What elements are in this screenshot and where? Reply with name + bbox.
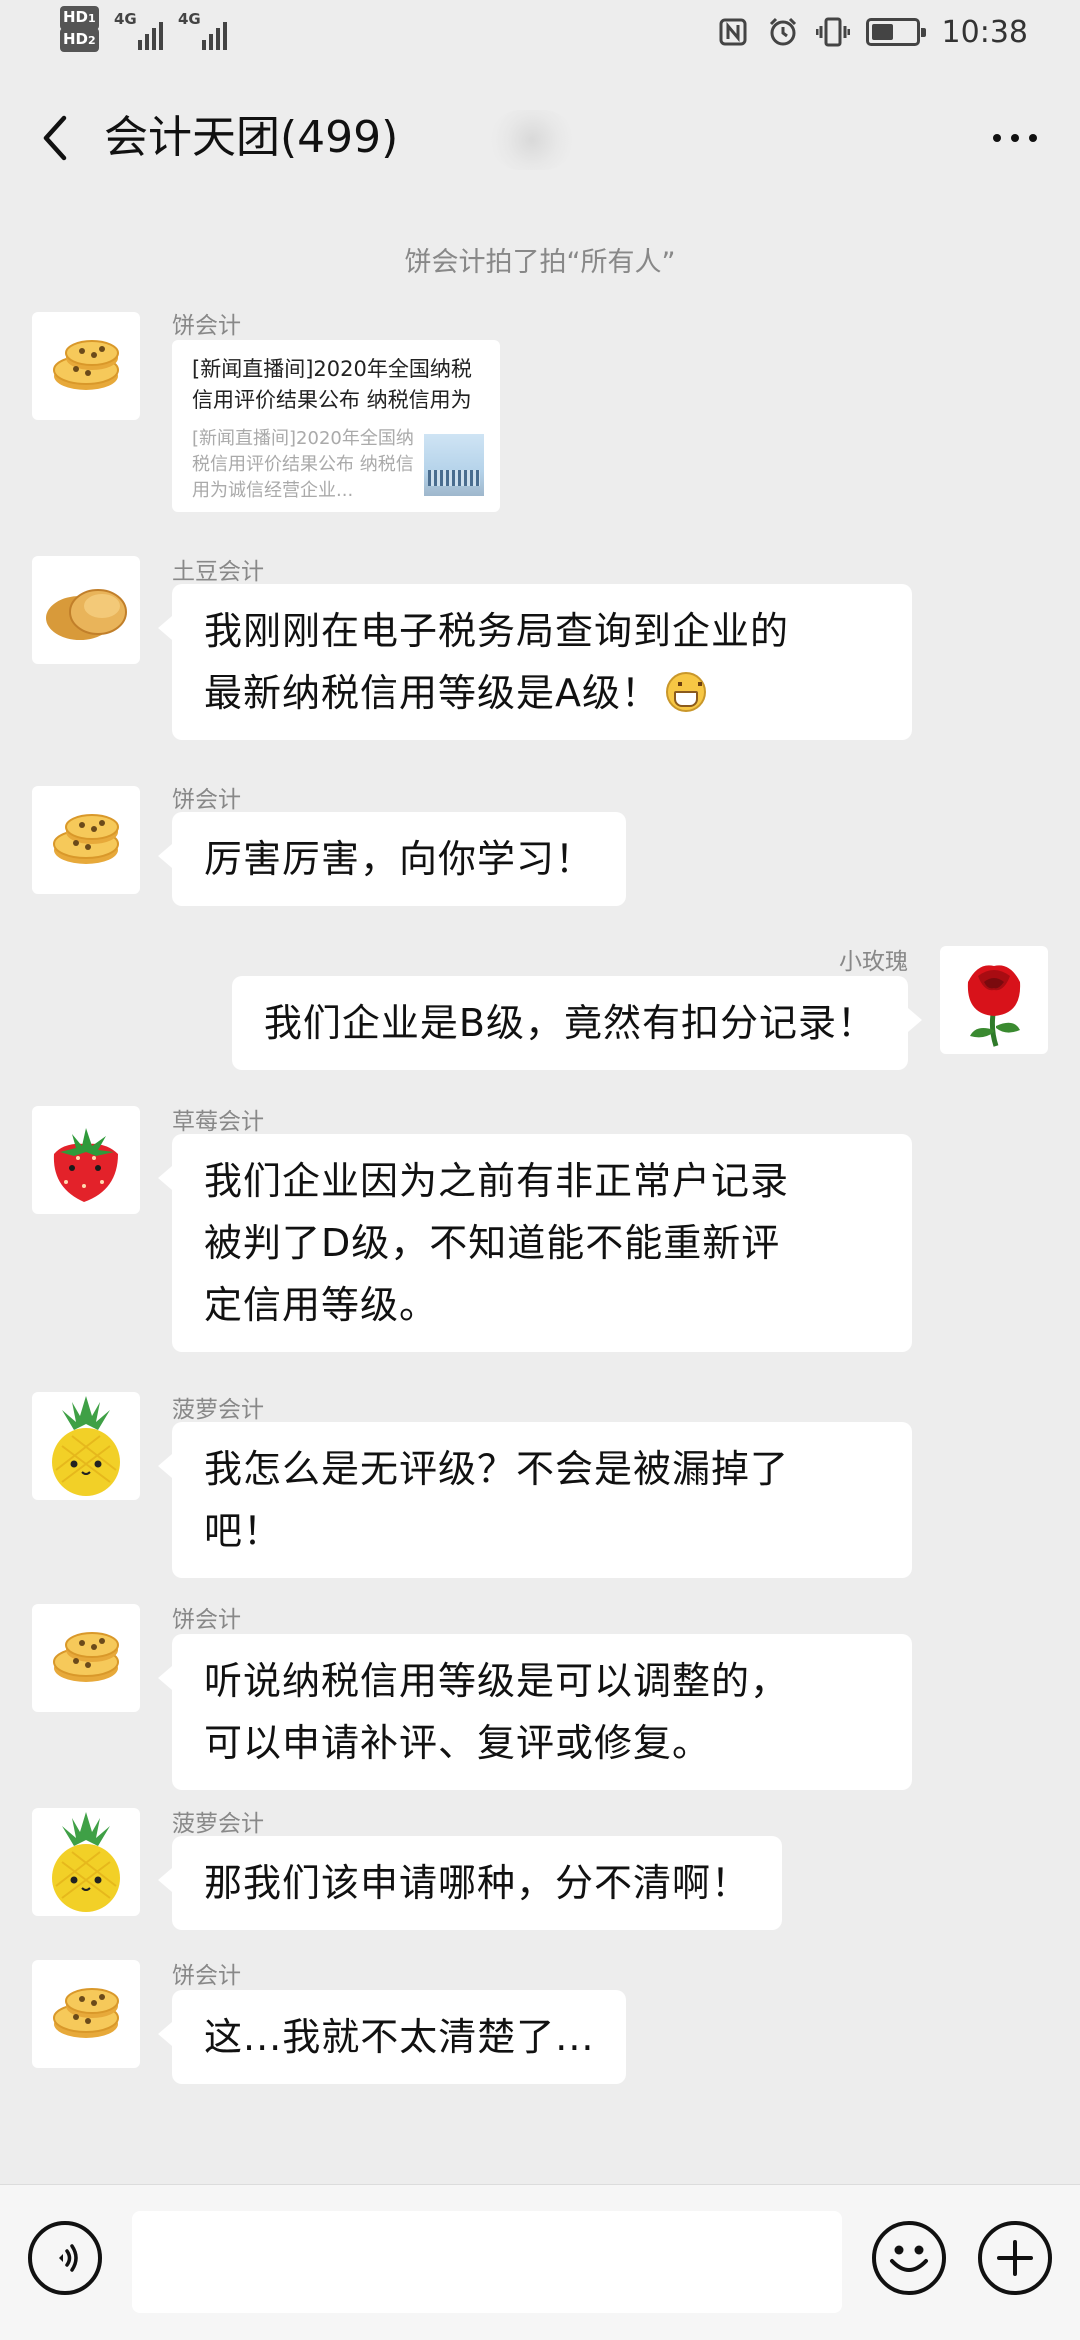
plus-button[interactable]	[978, 2221, 1052, 2295]
emoji-icon	[890, 2245, 928, 2272]
message-text: 这...我就不太清楚了...	[204, 2015, 595, 2059]
message-input[interactable]	[132, 2211, 842, 2313]
message-bubble[interactable]: 我刚刚在电子税务局查询到企业的 最新纳税信用等级是A级！	[158, 584, 912, 740]
sender-name: 饼会计	[172, 313, 241, 339]
system-notice: 饼会计拍了拍“所有人”	[404, 247, 676, 278]
chat-header: 会计天团(499)	[0, 90, 1080, 186]
message-line: 可以申请补评、复评或修复。	[204, 1721, 712, 1765]
sender-name: 饼会计	[172, 1963, 241, 1989]
message-line: 最新纳税信用等级是A级！	[204, 662, 880, 724]
more-dot-icon	[1029, 134, 1037, 142]
message-text: 我们企业是B级，竟然有扣分记录！	[263, 1001, 876, 1045]
more-dot-icon	[993, 134, 1001, 142]
card-title: [新闻直播间]2020年全国纳税信用评价结果公布 纳税信用为诚...	[192, 357, 472, 412]
message-line: 我怎么是无评级？不会是被漏掉了	[204, 1447, 790, 1491]
back-button[interactable]	[30, 106, 80, 170]
sender-name: 菠萝会计	[172, 1397, 264, 1423]
more-dot-icon	[1011, 134, 1019, 142]
alarm-icon	[766, 15, 800, 49]
sender-name: 草莓会计	[172, 1109, 264, 1135]
hd2-badge: HD2	[60, 28, 99, 52]
link-card[interactable]: [新闻直播间]2020年全国纳税信用评价结果公布 纳税信用为诚... [新闻直播…	[172, 340, 500, 512]
message-bubble[interactable]: 厉害厉害，向你学习！	[157, 812, 627, 906]
message-line: 我们企业因为之前有非正常户记录	[204, 1159, 790, 1203]
sender-name: 饼会计	[172, 787, 241, 813]
message-bubble[interactable]: 我怎么是无评级？不会是被漏掉了 吧！	[158, 1422, 912, 1578]
message-text: 那我们该申请哪种，分不清啊！	[204, 1861, 751, 1905]
battery-icon	[865, 18, 926, 46]
clock: 10:38	[941, 14, 1028, 50]
pancake-avatar[interactable]	[32, 1604, 140, 1712]
voice-button[interactable]	[28, 2221, 102, 2295]
sender-name: 菠萝会计	[172, 1811, 264, 1837]
emoji-button[interactable]	[872, 2221, 946, 2295]
message-line: 我刚刚在电子税务局查询到企业的	[204, 609, 790, 653]
message-line: 被判了D级，不知道能不能重新评	[204, 1221, 781, 1265]
message-line: 定信用等级。	[204, 1283, 439, 1327]
message-line: 吧！	[204, 1509, 283, 1553]
card-thumbnail	[424, 434, 484, 496]
strawberry-avatar[interactable]	[32, 1106, 140, 1214]
hd1-badge: HD1	[60, 6, 99, 30]
sender-name: 饼会计	[172, 1607, 241, 1633]
rose-avatar[interactable]	[940, 946, 1048, 1054]
potato-avatar[interactable]	[32, 556, 140, 664]
chat-title: 会计天团(499)	[104, 112, 399, 163]
grin-emoji-icon	[666, 672, 706, 712]
message-bubble[interactable]: 我们企业因为之前有非正常户记录 被判了D级，不知道能不能重新评 定信用等级。	[158, 1134, 912, 1352]
sim2-network: 4G	[178, 10, 201, 28]
plus-icon	[997, 2240, 1033, 2276]
sim1-signal-icon	[138, 14, 163, 50]
message-bubble[interactable]: 那我们该申请哪种，分不清啊！	[157, 1836, 783, 1930]
pancake-avatar[interactable]	[32, 312, 140, 420]
pancake-avatar[interactable]	[32, 1960, 140, 2068]
nfc-icon	[716, 15, 750, 49]
message-bubble[interactable]: 这...我就不太清楚了...	[157, 1990, 627, 2084]
status-icons: 10:38	[716, 12, 1028, 52]
more-button[interactable]	[980, 106, 1050, 170]
message-bubble[interactable]: 听说纳税信用等级是可以调整的， 可以申请补评、复评或修复。	[158, 1634, 912, 1790]
input-bar	[0, 2184, 1080, 2340]
message-bubble[interactable]: 我们企业是B级，竟然有扣分记录！	[231, 976, 923, 1070]
message-text: 厉害厉害，向你学习！	[204, 837, 595, 881]
blurred-avatar	[490, 110, 574, 170]
card-description: [新闻直播间]2020年全国纳税信用评价结果公布 纳税信用为诚信经营企业...	[192, 428, 414, 501]
sender-name: 小玫瑰	[839, 949, 908, 975]
voice-icon	[59, 2244, 78, 2272]
chevron-left-icon	[43, 115, 67, 161]
message-line: 听说纳税信用等级是可以调整的，	[204, 1659, 790, 1703]
sim1-network: 4G	[114, 10, 137, 28]
sender-name: 土豆会计	[172, 559, 264, 585]
pancake-avatar[interactable]	[32, 786, 140, 894]
vibrate-icon	[815, 15, 850, 49]
pineapple-avatar[interactable]	[32, 1808, 140, 1916]
sim2-signal-icon	[202, 14, 227, 50]
status-bar: HD1 HD2 4G 4G 10:38	[0, 0, 1080, 66]
pineapple-avatar[interactable]	[32, 1392, 140, 1500]
